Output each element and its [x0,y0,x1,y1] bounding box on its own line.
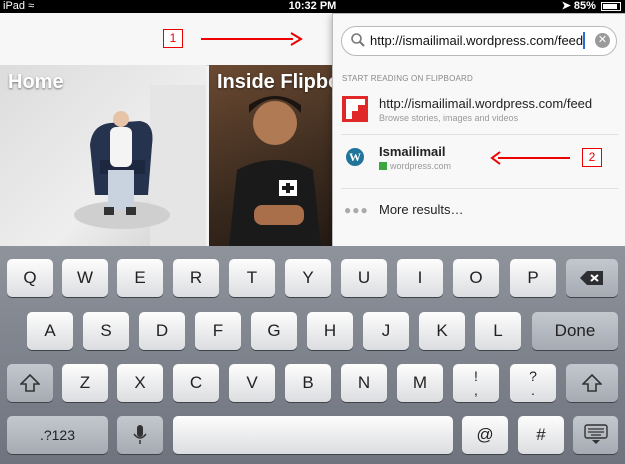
key-bottom-char: , [474,382,478,398]
key-v[interactable]: V [229,364,275,402]
key-l[interactable]: L [475,312,521,350]
key-top-char: ! [474,368,478,384]
text-caret [583,32,585,49]
search-field[interactable]: ✕ [341,26,617,56]
key-n[interactable]: N [341,364,387,402]
flipboard-app: Home Inside Flipbo 1 http://ismailimail.… [0,13,625,247]
shift-icon [581,373,603,392]
key-x[interactable]: X [117,364,163,402]
result-domain: wordpress.com [390,161,452,171]
key-p[interactable]: P [510,259,556,297]
key-z[interactable]: Z [62,364,108,402]
keyboard-hide-icon [583,424,608,444]
key-question-period[interactable]: ?. [510,364,556,402]
key-s[interactable]: S [83,312,129,350]
battery-percent: 85% [573,0,596,12]
key-a[interactable]: A [27,312,73,350]
dictation-key[interactable] [117,416,163,454]
wordpress-icon: W [346,148,364,166]
key-k[interactable]: K [419,312,465,350]
status-right: ➤ 85% [562,0,621,13]
shift-icon [19,373,41,392]
divider [341,134,618,135]
key-y[interactable]: Y [285,259,331,297]
space-bar[interactable] [173,416,453,454]
more-results-row[interactable]: ●●● More results… [333,196,625,226]
numbers-key[interactable]: .?123 [7,416,108,454]
status-bar: iPad ≈ 10:32 PM ➤ 85% [0,0,625,13]
shift-key-right[interactable] [566,364,618,402]
key-e[interactable]: E [117,259,163,297]
result-title: Ismailimail [379,144,446,159]
search-popover: ✕ START READING ON FLIPBOARD http://isma… [332,13,625,247]
search-input[interactable] [370,30,592,50]
microphone-icon [133,425,147,444]
more-results-label: More results… [379,202,464,217]
result-row-feed[interactable]: http://ismailimail.wordpress.com/feed Br… [333,90,625,132]
key-u[interactable]: U [341,259,387,297]
clock: 10:32 PM [288,0,337,12]
key-top-char: ? [529,368,537,384]
done-key[interactable]: Done [532,312,618,350]
key-g[interactable]: G [251,312,297,350]
key-c[interactable]: C [173,364,219,402]
delete-key[interactable] [566,259,618,297]
annotation-callout-1: 1 [163,29,183,48]
key-t[interactable]: T [229,259,275,297]
key-f[interactable]: F [195,312,241,350]
annotation-arrow-2 [490,151,570,165]
key-d[interactable]: D [139,312,185,350]
section-header: START READING ON FLIPBOARD [342,74,474,83]
backspace-icon [580,271,603,285]
result-title: http://ismailimail.wordpress.com/feed [379,96,593,111]
key-h[interactable]: H [307,312,353,350]
home-tile-image [74,85,206,246]
key-b[interactable]: B [285,364,331,402]
key-bottom-char: . [531,382,535,398]
annotation-callout-2: 2 [582,148,602,167]
search-icon [351,33,365,47]
key-j[interactable]: J [363,312,409,350]
hide-keyboard-key[interactable] [573,416,618,454]
divider [341,188,618,189]
tile-home[interactable]: Home [0,65,206,246]
key-at[interactable]: @ [462,416,508,454]
key-m[interactable]: M [397,364,443,402]
location-icon: ➤ [561,0,571,12]
ellipsis-icon: ●●● [344,203,369,217]
key-i[interactable]: I [397,259,443,297]
shift-key-left[interactable] [7,364,53,402]
key-exclaim-comma[interactable]: !, [453,364,499,402]
flipboard-icon [342,96,368,122]
result-subtitle: Browse stories, images and videos [379,113,519,123]
key-w[interactable]: W [62,259,108,297]
key-o[interactable]: O [453,259,499,297]
key-q[interactable]: Q [7,259,53,297]
clear-icon[interactable]: ✕ [595,33,610,48]
feed-source-icon [379,162,387,170]
result-subtitle: wordpress.com [379,161,451,171]
annotation-arrow-1 [201,32,303,46]
on-screen-keyboard: Q W E R T Y U I O P A S D F G H J K L Do… [0,246,625,464]
battery-icon [601,1,621,11]
key-hash[interactable]: # [518,416,564,454]
key-r[interactable]: R [173,259,219,297]
tile-label-inside: Inside Flipbo [217,71,341,93]
